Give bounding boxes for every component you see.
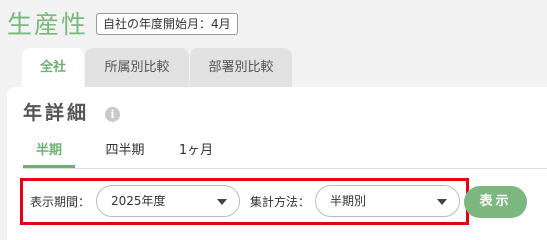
chevron-down-icon: [437, 199, 447, 205]
display-period-label: 表示期間：: [30, 195, 91, 209]
info-icon[interactable]: i: [105, 107, 120, 122]
tab-affiliation-comparison[interactable]: 所属別比較: [85, 48, 189, 88]
chevron-down-icon: [217, 199, 227, 205]
aggregation-method-label: 集計方法：: [250, 195, 311, 209]
tab-department-comparison[interactable]: 部署別比較: [190, 48, 292, 88]
tab-half-year[interactable]: 半期: [23, 140, 75, 168]
display-period-select[interactable]: 2025年度: [96, 185, 240, 217]
annual-detail-card: 年詳細 i 半期 四半期 1ヶ月 表示期間： 2025年度 集計方法： 半期別: [7, 87, 547, 240]
tab-quarter[interactable]: 四半期: [99, 140, 151, 168]
filter-row-highlight: 表示期間： 2025年度 集計方法： 半期別: [20, 178, 469, 225]
page-title: 生産性: [7, 10, 89, 39]
tab-one-month[interactable]: 1ヶ月: [173, 140, 219, 168]
tab-company-wide[interactable]: 全社: [22, 48, 84, 88]
display-period-value: 2025年度: [111, 194, 166, 208]
show-button[interactable]: 表示: [464, 186, 527, 218]
period-tabs: 半期 四半期 1ヶ月: [23, 140, 547, 169]
section-title: 年詳細: [23, 102, 90, 124]
aggregation-method-value: 半期別: [330, 194, 367, 208]
productivity-page: 生産性 自社の年度開始月：4月 全社 所属別比較 部署別比較 年詳細 i 半期 …: [0, 0, 547, 240]
aggregation-method-select[interactable]: 半期別: [315, 185, 460, 217]
fiscal-year-start-badge: 自社の年度開始月：4月: [96, 13, 238, 35]
